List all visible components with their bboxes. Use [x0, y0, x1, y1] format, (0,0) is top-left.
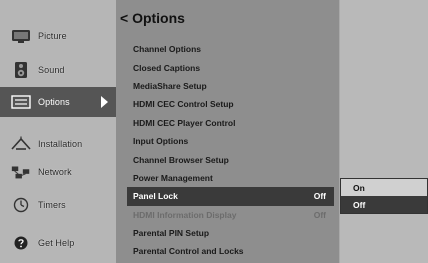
sidebar-item-picture[interactable]: Picture — [6, 21, 116, 51]
sidebar-item-network[interactable]: Network — [6, 157, 116, 187]
right-panel-background — [340, 0, 428, 263]
submenu-option-label: On — [353, 182, 365, 193]
menu-item-label: MediaShare Setup — [133, 80, 207, 91]
help-icon — [10, 234, 32, 252]
menu-item-label: Channel Browser Setup — [133, 154, 229, 165]
menu-item-value: Off — [313, 209, 326, 220]
submenu-option-label: Off — [353, 199, 366, 210]
menu-item-label: HDMI CEC Control Setup — [133, 99, 234, 110]
page-title[interactable]: < Options — [120, 10, 185, 26]
menu-item-mediashare-setup[interactable]: MediaShare Setup — [127, 77, 334, 95]
submenu-option-on[interactable]: On — [341, 179, 427, 196]
menu-item-channel-options[interactable]: Channel Options — [127, 40, 334, 58]
panel-lock-submenu: On Off — [340, 178, 428, 214]
menu-item-hdmi-cec-player-control[interactable]: HDMI CEC Player Control — [127, 114, 334, 132]
sidebar-item-timers[interactable]: Timers — [6, 190, 116, 220]
menu-item-hdmi-information-display: HDMI Information Display Off — [127, 206, 334, 224]
menu-item-label: Closed Captions — [133, 62, 201, 73]
menu-item-label: Channel Options — [133, 44, 201, 55]
sidebar-item-label: Get Help — [38, 238, 75, 248]
menu-item-label: Input Options — [133, 136, 189, 147]
menu-item-parental-pin-setup[interactable]: Parental PIN Setup — [127, 224, 334, 242]
sidebar-item-label: Timers — [38, 200, 66, 210]
menu-item-channel-browser-setup[interactable]: Channel Browser Setup — [127, 150, 334, 168]
sidebar-item-label: Picture — [38, 31, 67, 41]
network-icon — [10, 163, 32, 181]
menu-item-parental-control-and-locks[interactable]: Parental Control and Locks — [127, 242, 334, 260]
menu-item-label: HDMI Information Display — [133, 209, 237, 220]
sidebar-item-label: Network — [38, 167, 72, 177]
sidebar-item-options[interactable]: Options — [0, 87, 116, 117]
menu-item-label: Parental PIN Setup — [133, 228, 210, 239]
menu-item-value: Off — [313, 191, 326, 202]
sidebar: Picture Sound Options Installation Netwo… — [0, 0, 116, 263]
sidebar-item-sound[interactable]: Sound — [6, 55, 116, 85]
menu-item-panel-lock[interactable]: Panel Lock Off — [127, 187, 334, 206]
submenu-option-off[interactable]: Off — [341, 196, 427, 213]
menu-item-input-options[interactable]: Input Options — [127, 132, 334, 150]
timer-icon — [10, 196, 32, 214]
sidebar-item-installation[interactable]: Installation — [6, 129, 116, 159]
options-menu: Channel Options Closed Captions MediaSha… — [127, 40, 334, 261]
sidebar-item-label: Installation — [38, 139, 83, 149]
picture-icon — [10, 27, 32, 45]
menu-item-label: Power Management — [133, 172, 213, 183]
menu-item-label: Parental Control and Locks — [133, 246, 244, 257]
chevron-right-icon — [101, 96, 108, 108]
sidebar-item-label: Options — [38, 97, 70, 107]
speaker-icon — [10, 61, 32, 79]
menu-item-power-management[interactable]: Power Management — [127, 169, 334, 187]
installation-icon — [10, 135, 32, 153]
menu-item-closed-captions[interactable]: Closed Captions — [127, 58, 334, 76]
menu-item-label: Panel Lock — [133, 191, 178, 202]
menu-item-label: HDMI CEC Player Control — [133, 117, 236, 128]
options-icon — [10, 93, 32, 111]
tv-menu-screen: Picture Sound Options Installation Netwo… — [0, 0, 428, 263]
sidebar-item-label: Sound — [38, 65, 65, 75]
sidebar-item-get-help[interactable]: Get Help — [6, 228, 116, 258]
menu-item-hdmi-cec-control-setup[interactable]: HDMI CEC Control Setup — [127, 95, 334, 113]
